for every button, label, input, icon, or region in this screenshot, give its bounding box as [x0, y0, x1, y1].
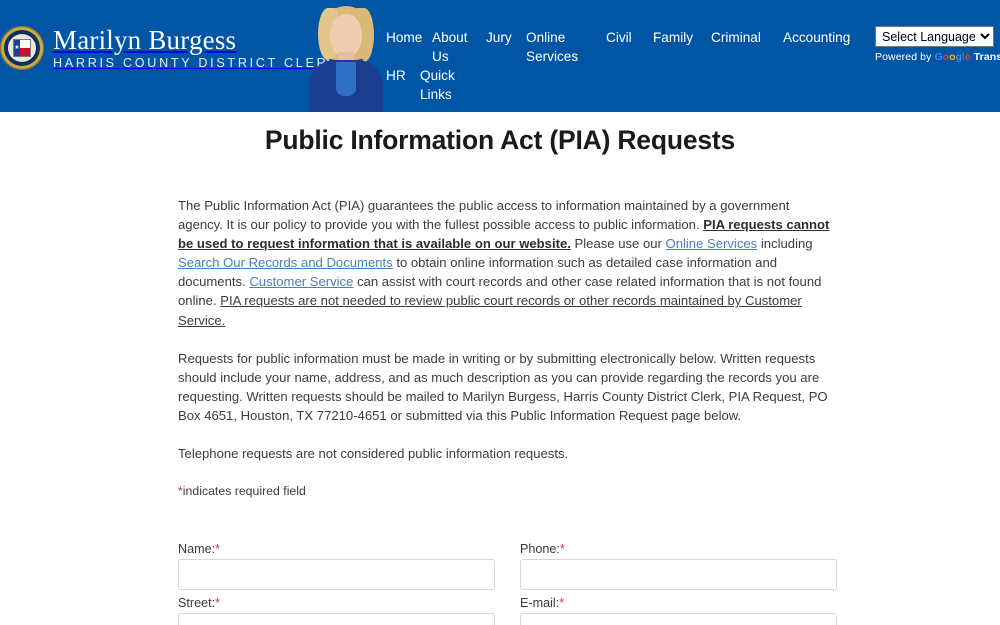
translate-label: Translate — [973, 51, 1000, 63]
language-select[interactable]: Select Language — [875, 26, 994, 47]
nav-item-home[interactable]: Home — [386, 28, 422, 47]
link-online-services[interactable]: Online Services — [666, 236, 758, 251]
form-right-column: Phone:* E-mail:* Records:* — [520, 542, 837, 625]
field-street: Street:* — [178, 596, 495, 625]
page-main: Public Information Act (PIA) Requests Th… — [0, 125, 1000, 625]
page-content: The Public Information Act (PIA) guarant… — [170, 196, 830, 498]
district-clerk-portrait-icon — [305, 0, 387, 112]
google-logo-icon: Google — [934, 51, 971, 63]
phone-required-star: * — [559, 542, 565, 557]
street-input[interactable] — [178, 613, 495, 625]
email-input[interactable] — [520, 613, 837, 625]
name-label-text: Name: — [178, 542, 216, 557]
powered-by-label: Powered by — [875, 51, 932, 63]
name-label: Name:* — [178, 542, 495, 556]
phone-label-text: Phone: — [520, 542, 560, 557]
pia-request-form: Name:* Street:* City:* Phone:* E-mail:* — [170, 542, 837, 625]
name-input[interactable] — [178, 559, 495, 591]
required-field-note: *indicates required field — [178, 484, 830, 498]
required-note-text: indicates required field — [182, 484, 306, 499]
phone-label: Phone:* — [520, 542, 837, 556]
field-phone: Phone:* — [520, 542, 837, 591]
site-header: ★ Marilyn Burgess HARRIS COUNTY DISTRICT… — [0, 0, 1000, 112]
email-label-text: E-mail: — [520, 596, 560, 611]
field-email: E-mail:* — [520, 596, 837, 625]
nav-item-quick-links[interactable]: Quick Links — [420, 66, 458, 104]
intro-paragraph: The Public Information Act (PIA) guarant… — [178, 196, 830, 330]
page-title: Public Information Act (PIA) Requests — [264, 125, 736, 155]
nav-item-criminal[interactable]: Criminal — [711, 28, 771, 47]
link-search-our-records[interactable]: Search Our Records and Documents — [178, 255, 393, 270]
phone-input[interactable] — [520, 559, 837, 591]
nav-item-civil[interactable]: Civil — [606, 28, 641, 47]
brand-subtitle: HARRIS COUNTY DISTRICT CLERK — [53, 55, 340, 70]
nav-item-hr[interactable]: HR — [386, 66, 408, 85]
intro-emphasis-2: PIA requests are not needed to review pu… — [178, 293, 802, 328]
nav-item-about-us[interactable]: About Us — [432, 28, 474, 66]
telephone-paragraph: Telephone requests are not considered pu… — [178, 446, 569, 462]
brand-text: Marilyn Burgess HARRIS COUNTY DISTRICT C… — [53, 24, 340, 70]
intro-text-part2: Please use our — [570, 236, 666, 252]
form-left-column: Name:* Street:* City:* — [178, 542, 495, 625]
main-navigation: Home About Us Jury Online Services Civil… — [386, 28, 876, 104]
email-label: E-mail:* — [520, 596, 837, 610]
link-customer-service[interactable]: Customer Service — [249, 274, 353, 289]
nav-item-accounting[interactable]: Accounting — [783, 28, 855, 47]
name-required-star: * — [215, 542, 220, 557]
texas-county-seal-icon: ★ — [0, 26, 44, 70]
field-name: Name:* — [178, 542, 495, 591]
brand-name: Marilyn Burgess — [53, 24, 237, 55]
street-required-star: * — [215, 596, 221, 611]
intro-text-part3: including — [757, 236, 813, 252]
nav-item-jury[interactable]: Jury — [486, 28, 514, 47]
powered-by-google-translate: Powered by Google Translate — [875, 51, 1000, 63]
nav-item-online-services[interactable]: Online Services — [526, 28, 580, 66]
street-label: Street:* — [178, 596, 495, 610]
email-required-star: * — [559, 596, 565, 611]
requests-paragraph: Requests for public information must be … — [178, 350, 828, 423]
google-translate-widget: Select Language Powered by Google Transl… — [875, 26, 1000, 63]
intro-text-part1: The Public Information Act (PIA) guarant… — [178, 198, 790, 233]
street-label-text: Street: — [178, 596, 216, 611]
nav-item-family[interactable]: Family — [653, 28, 699, 47]
site-logo-link[interactable]: ★ Marilyn Burgess HARRIS COUNTY DISTRICT… — [0, 26, 339, 70]
